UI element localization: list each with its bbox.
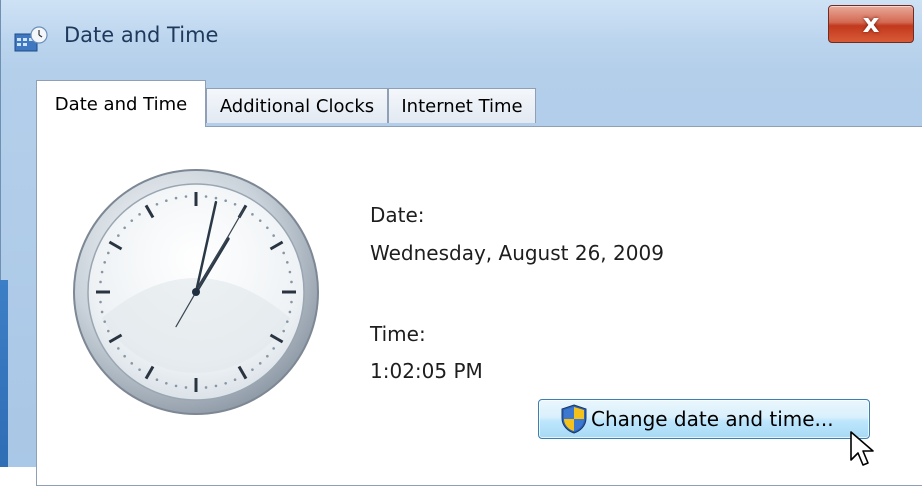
clock-minute-dot: [99, 280, 102, 284]
clock-minute-dot: [266, 354, 269, 358]
date-label: Date:: [370, 203, 425, 227]
clock-minute-dot: [224, 199, 227, 202]
clock-minute-dot: [251, 213, 254, 216]
background-window-edge: [0, 280, 8, 467]
clock-minute-dot: [282, 251, 286, 255]
clock-minute-dot: [99, 300, 102, 304]
clock-minute-dot: [204, 386, 208, 389]
clock-minute-dot: [290, 300, 293, 304]
clock-minute-dot: [184, 195, 188, 198]
clock-minute-dot: [258, 362, 262, 365]
clock-minute-dot: [138, 213, 141, 216]
clock-minute-dot: [117, 347, 120, 350]
clock-minute-dot: [106, 251, 110, 255]
clock-minute-dot: [155, 378, 159, 382]
tab-additional-clocks[interactable]: Additional Clocks: [206, 88, 388, 123]
time-label: Time:: [370, 322, 426, 346]
clock-minute-dot: [282, 329, 286, 333]
clock-minute-dot: [165, 382, 168, 385]
tab-date-and-time[interactable]: Date and Time: [36, 80, 206, 127]
tab-label: Date and Time: [54, 93, 188, 115]
change-date-time-button[interactable]: Change date and time...: [538, 399, 870, 439]
clock-minute-dot: [224, 382, 227, 385]
clock-minute-dot: [155, 202, 159, 206]
change-button-label: Change date and time...: [591, 407, 834, 431]
clock-minute-dot: [165, 199, 168, 202]
clock-minute-dot: [130, 362, 134, 365]
clock-minute-dot: [204, 195, 208, 198]
clock-minute-dot: [258, 219, 262, 222]
clock-minute-dot: [174, 384, 178, 388]
uac-shield-icon: [561, 404, 587, 434]
clock-minute-dot: [184, 386, 188, 389]
tab-internet-time[interactable]: Internet Time: [388, 88, 536, 123]
clock-minute-dot: [288, 310, 292, 314]
clock-minute-dot: [286, 320, 289, 323]
clock-minute-dot: [103, 261, 106, 264]
clock-minute-dot: [233, 202, 237, 206]
tab-label: Additional Clocks: [219, 95, 375, 117]
clock-minute-dot: [272, 234, 275, 237]
clock-minute-dot: [266, 226, 269, 230]
clock-center-hub: [192, 288, 200, 296]
time-value: 1:02:05 PM: [370, 359, 483, 383]
clock-minute-dot: [174, 196, 178, 200]
clock-minute-dot: [288, 270, 292, 274]
clock-minute-dot: [286, 261, 289, 264]
date-time-icon: [14, 26, 48, 52]
clock-minute-dot: [272, 347, 275, 350]
clock-minute-dot: [123, 354, 126, 358]
window-title: Date and Time: [64, 23, 219, 47]
clock-minute-dot: [290, 280, 293, 284]
clock-minute-dot: [117, 234, 120, 237]
tab-label: Internet Time: [401, 95, 523, 117]
close-button[interactable]: x: [828, 5, 914, 43]
clock-minute-dot: [233, 378, 237, 382]
clock-minute-dot: [123, 226, 126, 230]
clock-minute-dot: [214, 196, 218, 200]
analog-clock: [73, 169, 319, 415]
clock-minute-dot: [106, 329, 110, 333]
close-icon: x: [862, 9, 880, 39]
clock-minute-dot: [103, 320, 106, 323]
clock-minute-dot: [100, 270, 104, 274]
clock-minute-dot: [214, 384, 218, 388]
clock-minute-dot: [100, 310, 104, 314]
mouse-pointer-icon: [850, 431, 874, 466]
clock-minute-dot: [251, 368, 254, 371]
date-value: Wednesday, August 26, 2009: [370, 241, 664, 265]
title-bar[interactable]: Date and Time x: [0, 0, 922, 62]
clock-minute-dot: [138, 368, 141, 371]
clock-minute-dot: [130, 219, 134, 222]
